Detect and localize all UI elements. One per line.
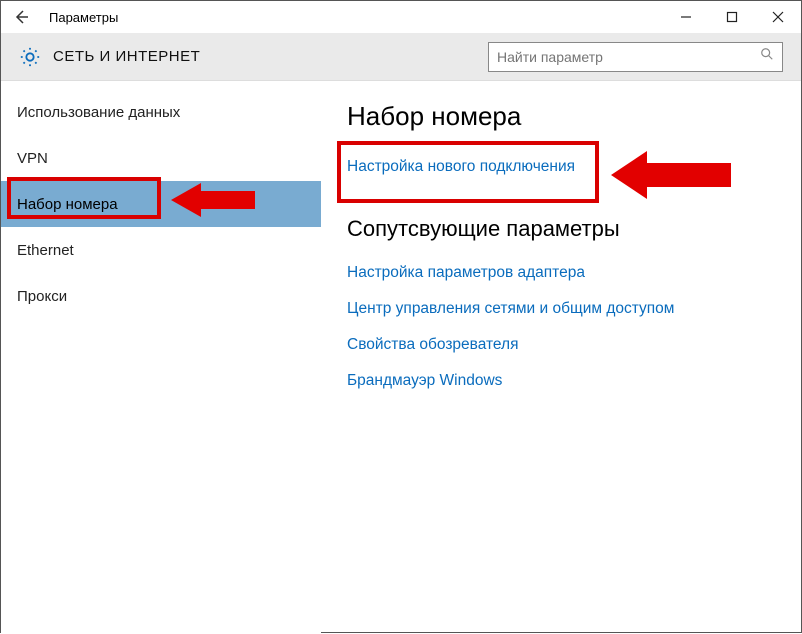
link-adapter-settings[interactable]: Настройка параметров адаптера [347, 264, 775, 282]
header-title: СЕТЬ И ИНТЕРНЕТ [53, 48, 200, 65]
window-controls [663, 1, 801, 33]
main-panel: Набор номера Настройка нового подключени… [321, 81, 801, 634]
gear-icon [19, 46, 41, 68]
primary-link-block: Настройка нового подключения [347, 158, 775, 176]
page-heading: Набор номера [347, 101, 775, 132]
related-heading: Сопутсвующие параметры [347, 216, 775, 242]
window-title: Параметры [41, 10, 663, 25]
link-network-sharing-center[interactable]: Центр управления сетями и общим доступом [347, 300, 775, 318]
titlebar: Параметры [1, 1, 801, 33]
back-button[interactable] [1, 1, 41, 33]
maximize-button[interactable] [709, 1, 755, 33]
sidebar-item-ethernet[interactable]: Ethernet [1, 227, 321, 273]
close-icon [772, 11, 784, 23]
minimize-icon [680, 11, 692, 23]
maximize-icon [726, 11, 738, 23]
link-windows-firewall[interactable]: Брандмауэр Windows [347, 372, 775, 390]
sidebar-item-proxy[interactable]: Прокси [1, 273, 321, 319]
link-internet-options[interactable]: Свойства обозревателя [347, 336, 775, 354]
arrow-left-icon [13, 9, 29, 25]
link-new-connection[interactable]: Настройка нового подключения [347, 158, 775, 176]
sidebar-item-data-usage[interactable]: Использование данных [1, 89, 321, 135]
search-icon [760, 47, 774, 66]
header: СЕТЬ И ИНТЕРНЕТ [1, 33, 801, 81]
close-button[interactable] [755, 1, 801, 33]
content: Использование данных VPN Набор номера Et… [1, 81, 801, 634]
search-box[interactable] [488, 42, 783, 72]
search-input[interactable] [497, 49, 760, 65]
minimize-button[interactable] [663, 1, 709, 33]
sidebar: Использование данных VPN Набор номера Et… [1, 81, 321, 634]
sidebar-item-vpn[interactable]: VPN [1, 135, 321, 181]
sidebar-item-dialup[interactable]: Набор номера [1, 181, 321, 227]
